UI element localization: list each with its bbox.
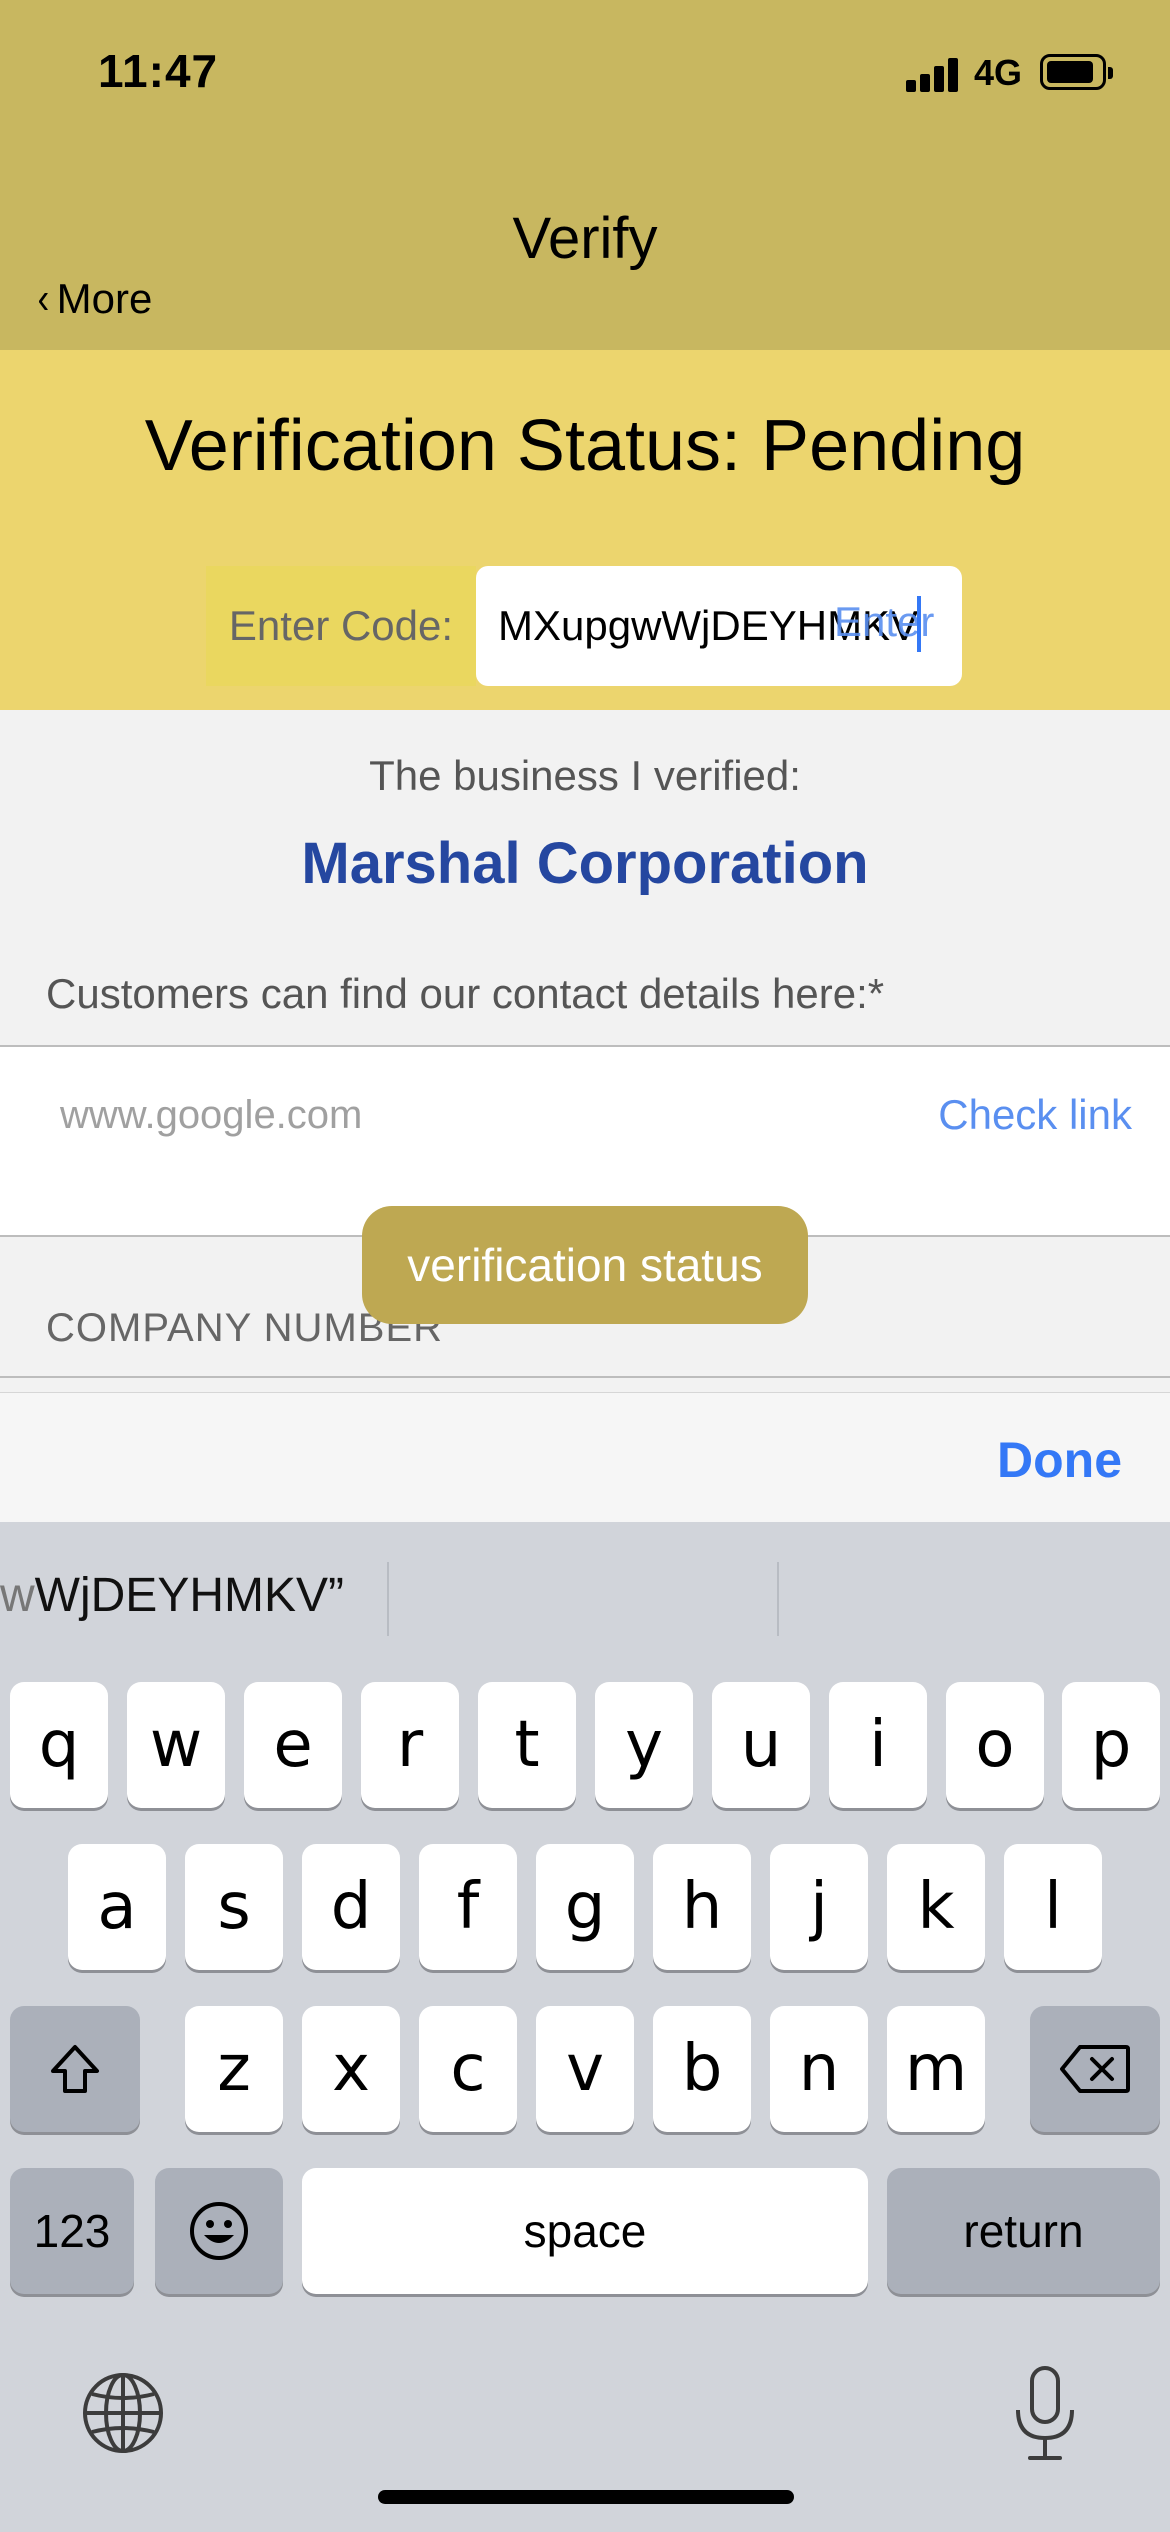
home-indicator[interactable]: [378, 2490, 794, 2504]
network-label: 4G: [974, 52, 1023, 93]
key-j[interactable]: j: [770, 1844, 868, 1970]
back-chevron-icon: ‹: [37, 274, 50, 323]
key-h[interactable]: h: [653, 1844, 751, 1970]
key-z[interactable]: z: [185, 2006, 283, 2132]
key-m[interactable]: m: [887, 2006, 985, 2132]
business-label: The business I verified:: [369, 752, 801, 799]
key-y[interactable]: y: [595, 1682, 693, 1808]
key-w[interactable]: w: [127, 1682, 225, 1808]
key-s[interactable]: s: [185, 1844, 283, 1970]
divider: [0, 1376, 1170, 1378]
code-label: Enter Code:: [206, 566, 476, 686]
check-link-button[interactable]: Check link: [938, 1091, 1132, 1139]
page-title: Verify: [512, 206, 658, 271]
key-o[interactable]: o: [946, 1682, 1044, 1808]
key-d[interactable]: d: [302, 1844, 400, 1970]
key-q[interactable]: q: [10, 1682, 108, 1808]
key-c[interactable]: c: [419, 2006, 517, 2132]
key-u[interactable]: u: [712, 1682, 810, 1808]
key-n[interactable]: n: [770, 2006, 868, 2132]
contact-details-label: Customers can find our contact details h…: [46, 970, 885, 1017]
numbers-key[interactable]: 123: [10, 2168, 134, 2294]
key-e[interactable]: e: [244, 1682, 342, 1808]
microphone-icon[interactable]: [1010, 2364, 1080, 2469]
suggestion-divider: [387, 1562, 389, 1636]
key-p[interactable]: p: [1062, 1682, 1160, 1808]
suggestion-divider: [777, 1562, 779, 1636]
toast: verification status: [362, 1206, 808, 1324]
back-button[interactable]: ‹ More: [36, 274, 152, 324]
status-time: 11:47: [98, 45, 219, 97]
key-a[interactable]: a: [68, 1844, 166, 1970]
signal-icon: [906, 58, 960, 92]
back-label: More: [56, 275, 153, 322]
emoji-icon: [190, 2202, 248, 2260]
key-v[interactable]: v: [536, 2006, 634, 2132]
space-key[interactable]: space: [302, 2168, 868, 2294]
contact-link-input[interactable]: www.google.com: [60, 1093, 362, 1138]
emoji-key[interactable]: [155, 2168, 283, 2294]
key-i[interactable]: i: [829, 1682, 927, 1808]
key-r[interactable]: r: [361, 1682, 459, 1808]
suggestion-text: WjDEYHMKV”: [34, 1569, 344, 1622]
delete-icon: [1060, 2045, 1130, 2093]
key-k[interactable]: k: [887, 1844, 985, 1970]
suggestion-prefix: w: [0, 1569, 35, 1622]
key-g[interactable]: g: [536, 1844, 634, 1970]
return-key[interactable]: return: [887, 2168, 1160, 2294]
globe-icon[interactable]: [80, 2370, 166, 2461]
key-l[interactable]: l: [1004, 1844, 1102, 1970]
keyboard-toolbar: Done: [0, 1392, 1170, 1522]
key-b[interactable]: b: [653, 2006, 751, 2132]
code-input[interactable]: MXupgwWjDEYHMKV Enter: [476, 566, 962, 686]
shift-icon: [51, 2045, 99, 2093]
autocorrect-suggestion[interactable]: wWjDEYHMKV”: [0, 1568, 344, 1623]
key-f[interactable]: f: [419, 1844, 517, 1970]
verification-status-heading: Verification Status: Pending: [144, 406, 1026, 486]
delete-key[interactable]: [1030, 2006, 1160, 2132]
battery-icon: [1040, 54, 1113, 90]
done-button[interactable]: Done: [997, 1431, 1122, 1489]
key-t[interactable]: t: [478, 1682, 576, 1808]
business-name: Marshal Corporation: [301, 831, 869, 896]
key-x[interactable]: x: [302, 2006, 400, 2132]
text-caret: [917, 596, 921, 652]
shift-key[interactable]: [10, 2006, 140, 2132]
